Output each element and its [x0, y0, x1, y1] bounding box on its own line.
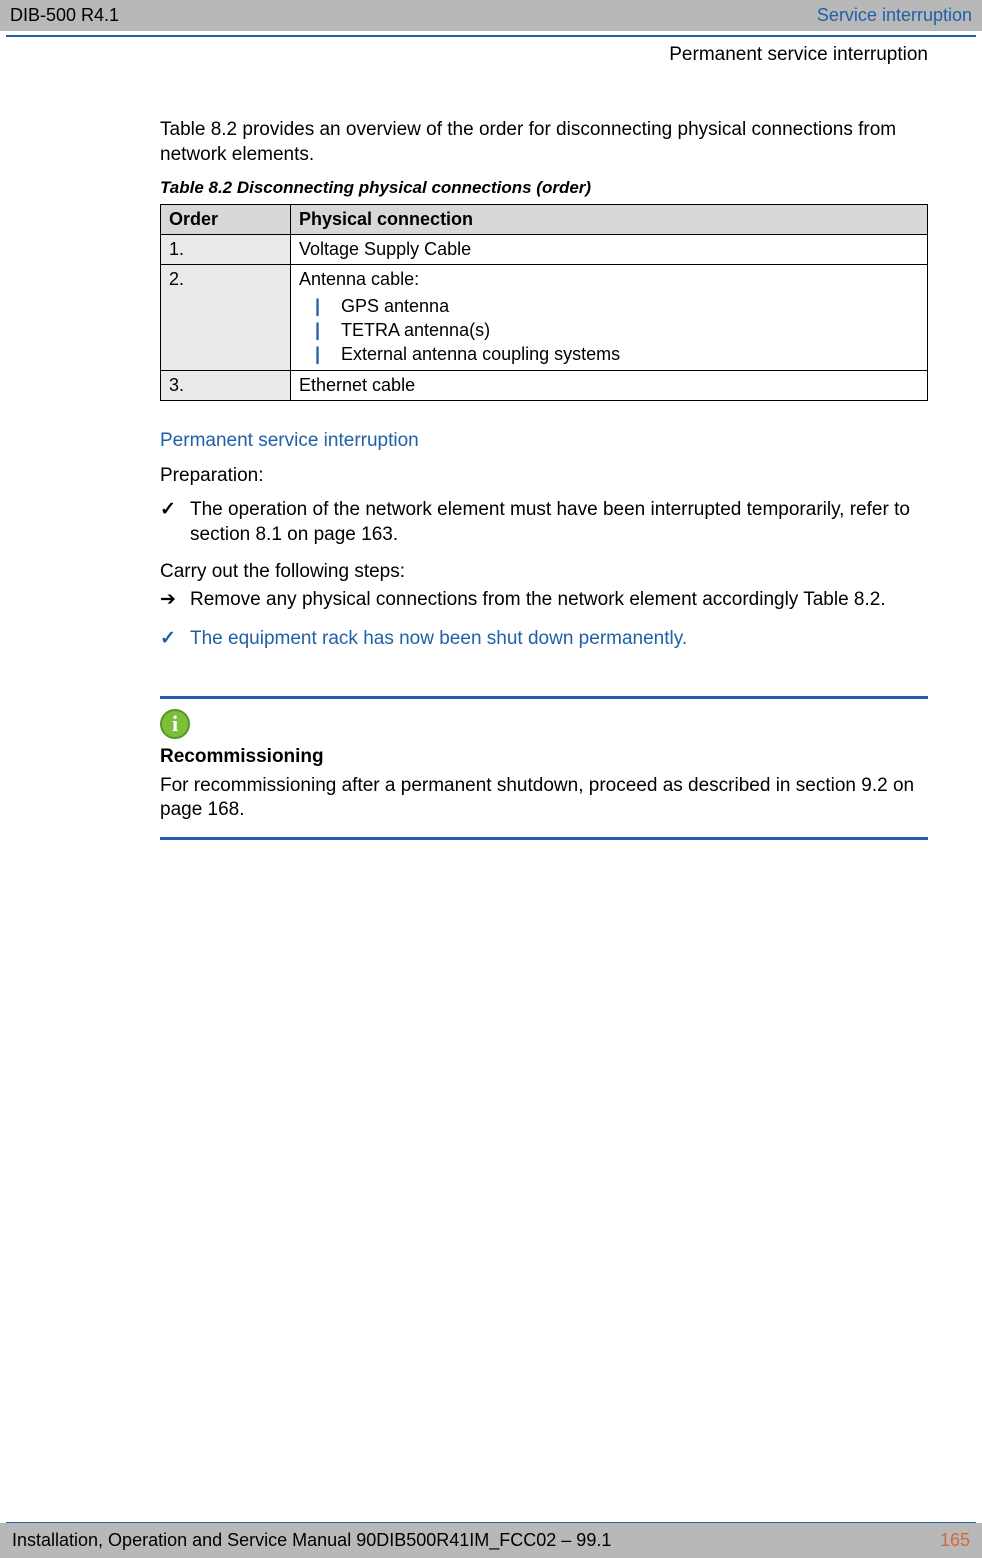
section-heading: Permanent service interruption: [160, 429, 928, 454]
carry-item: Remove any physical connections from the…: [160, 588, 928, 613]
cell-order: 2.: [161, 265, 291, 370]
antenna-sublist: GPS antenna TETRA antenna(s) External an…: [315, 294, 919, 367]
th-order: Order: [161, 204, 291, 234]
list-item: External antenna coupling systems: [315, 342, 919, 366]
table-row: 3. Ethernet cable: [161, 370, 928, 400]
footer-doc: Installation, Operation and Service Manu…: [12, 1529, 611, 1552]
cell-value: Voltage Supply Cable: [291, 234, 928, 264]
header-section: Service interruption: [817, 4, 972, 27]
table-caption: Table 8.2 Disconnecting physical connect…: [160, 177, 928, 199]
table-row: 2. Antenna cable: GPS antenna TETRA ante…: [161, 265, 928, 370]
list-item: TETRA antenna(s): [315, 318, 919, 342]
disconnect-table: Order Physical connection 1. Voltage Sup…: [160, 204, 928, 401]
info-body: For recommissioning after a permanent sh…: [160, 774, 928, 823]
prep-item: The operation of the network element mus…: [160, 498, 928, 547]
prep-label: Preparation:: [160, 464, 928, 489]
cell-value-label: Antenna cable:: [299, 269, 419, 289]
cell-order: 3.: [161, 370, 291, 400]
cell-value: Antenna cable: GPS antenna TETRA antenna…: [291, 265, 928, 370]
carry-label: Carry out the following steps:: [160, 560, 928, 585]
cell-order: 1.: [161, 234, 291, 264]
table-row: 1. Voltage Supply Cable: [161, 234, 928, 264]
header-subsection: Permanent service interruption: [0, 37, 982, 68]
page-number: 165: [940, 1529, 970, 1552]
intro-paragraph: Table 8.2 provides an overview of the or…: [160, 118, 928, 167]
list-item: GPS antenna: [315, 294, 919, 318]
th-physical: Physical connection: [291, 204, 928, 234]
result-item: The equipment rack has now been shut dow…: [160, 627, 928, 652]
info-title: Recommissioning: [160, 745, 928, 770]
header-bar: DIB-500 R4.1 Service interruption: [0, 0, 982, 31]
cell-value: Ethernet cable: [291, 370, 928, 400]
info-icon: i: [160, 709, 190, 739]
footer-bar: Installation, Operation and Service Manu…: [0, 1523, 982, 1558]
page-content: Table 8.2 provides an overview of the or…: [0, 68, 982, 840]
info-block: i Recommissioning For recommissioning af…: [160, 696, 928, 840]
header-product: DIB-500 R4.1: [10, 4, 119, 27]
